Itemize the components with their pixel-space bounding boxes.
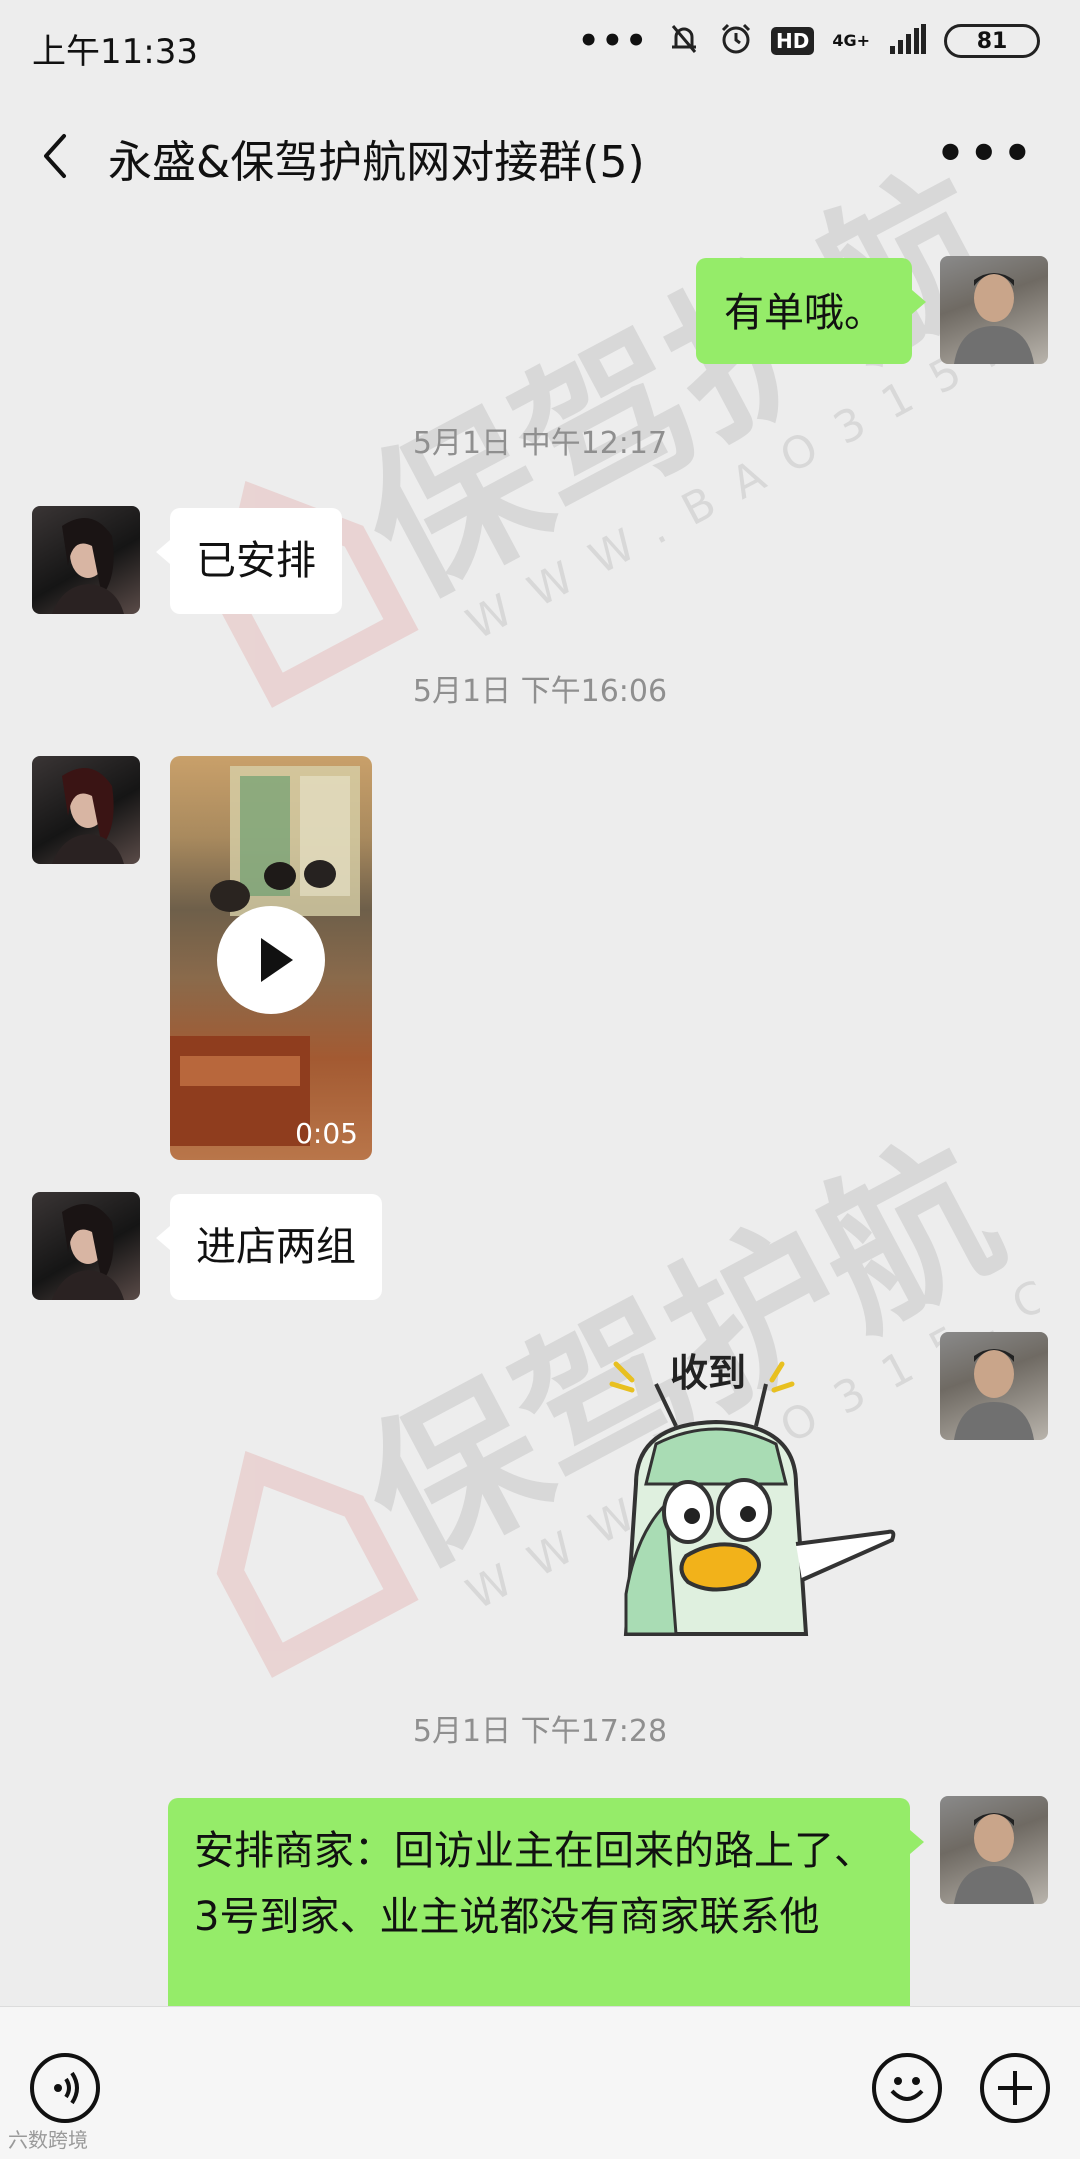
sticker-received[interactable]: 收到	[596, 1334, 916, 1670]
sticker-text: 收到	[670, 1351, 746, 1395]
message-bubble-other[interactable]: 已安排	[156, 508, 342, 614]
message-bubble-self[interactable]: 安排商家：回访业主在回来的路上了、3号到家、业主说都没有商家联系他	[168, 1798, 924, 2028]
avatar-self[interactable]	[940, 1332, 1048, 1440]
avatar-other[interactable]	[32, 1192, 140, 1300]
source-watermark: 六数跨境	[8, 2128, 88, 2152]
plus-button[interactable]	[980, 2053, 1050, 2123]
battery-icon: 81	[944, 24, 1040, 58]
message-bubble-other[interactable]: 进店两组	[156, 1194, 382, 1300]
input-bar: 六数跨境	[0, 2006, 1080, 2159]
emoji-icon	[890, 2077, 924, 2101]
message-timestamp: 5月1日 中午12:17	[412, 426, 668, 461]
back-button[interactable]	[34, 126, 84, 186]
message-text: 安排商家：回访业主在回来的路上了、3号到家、业主说都没有商家联系他	[194, 1828, 874, 1940]
message-bubble-self[interactable]: 有单哦。	[696, 258, 926, 364]
message-text: 已安排	[196, 538, 316, 584]
avatar-other[interactable]	[32, 506, 140, 614]
chat-title: 永盛&保驾护航网对接群(5)	[108, 137, 645, 188]
play-icon	[261, 938, 293, 982]
emoji-button[interactable]	[872, 2053, 942, 2123]
mute-bell-icon	[667, 22, 701, 60]
plus-icon	[998, 2071, 1032, 2105]
chevron-left-icon	[44, 134, 66, 178]
message-input[interactable]	[130, 2041, 840, 2137]
avatar-other[interactable]	[32, 756, 140, 864]
signal-icon	[890, 24, 926, 58]
status-bar: 上午11:33 ••• HD 4G+ 81	[0, 0, 1080, 96]
status-icons: ••• HD 4G+ 81	[578, 22, 1040, 60]
network-type-label: 4G+	[832, 31, 870, 50]
chat-header: 永盛&保驾护航网对接群(5) •••	[0, 96, 1080, 214]
more-notifications-icon: •••	[577, 21, 649, 61]
alarm-icon	[719, 22, 753, 60]
message-timestamp: 5月1日 下午16:06	[412, 674, 668, 709]
voice-icon	[54, 2071, 79, 2105]
avatar-self[interactable]	[940, 1796, 1048, 1904]
message-timestamp: 5月1日 下午17:28	[412, 1714, 668, 1749]
message-text: 进店两组	[196, 1224, 356, 1270]
avatar-self[interactable]	[940, 256, 1048, 364]
play-button[interactable]	[217, 906, 325, 1014]
message-text: 有单哦。	[724, 290, 884, 336]
video-message[interactable]: 0:05	[170, 756, 372, 1160]
watermark-text: 保驾护航	[336, 160, 1029, 634]
video-duration: 0:05	[295, 1117, 358, 1150]
status-time: 上午11:33	[32, 32, 198, 72]
more-options-button[interactable]: •••	[936, 130, 1036, 176]
hd-voice-icon: HD	[770, 27, 815, 55]
voice-button[interactable]	[30, 2053, 100, 2123]
